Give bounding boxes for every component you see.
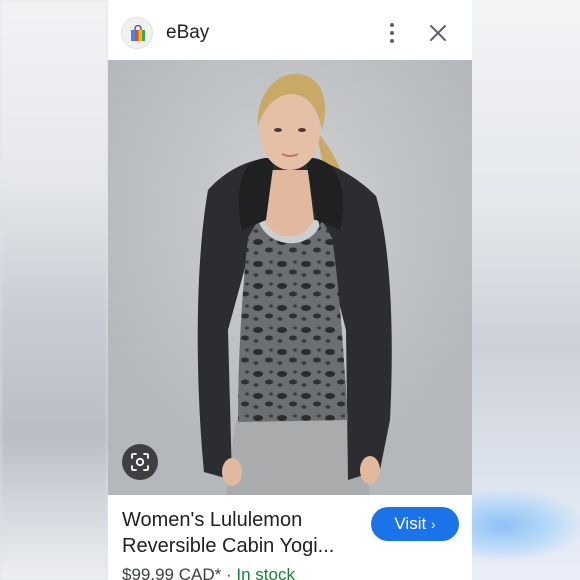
app-title: eBay (166, 22, 210, 43)
stock-status: In stock (236, 565, 295, 580)
separator: · (225, 565, 232, 580)
close-icon[interactable] (428, 23, 448, 43)
product-image[interactable] (108, 60, 472, 495)
lens-search-icon[interactable] (122, 444, 158, 480)
background-right (470, 0, 580, 580)
card-header: eBay (108, 0, 472, 60)
price-row: $99.99 CAD* · In stock (122, 565, 295, 580)
product-title[interactable]: Women's Lululemon Reversible Cabin Yogi.… (122, 507, 362, 559)
visit-button[interactable]: Visit › (371, 507, 459, 541)
visit-label: Visit (394, 514, 427, 533)
product-card: eBay Women's Lululemon Reversible Cabin … (108, 0, 472, 580)
shopping-bag-icon (121, 17, 153, 49)
background-glow (470, 490, 580, 560)
more-vert-icon[interactable] (382, 20, 402, 46)
product-title-line1: Women's Lululemon (122, 509, 303, 531)
product-title-line2: Reversible Cabin Yogi... (122, 535, 335, 557)
price: $99.99 CAD* (122, 565, 222, 580)
product-info: Women's Lululemon Reversible Cabin Yogi.… (108, 495, 472, 580)
chevron-right-icon: › (430, 516, 436, 532)
model-photo (108, 60, 472, 495)
background-left (0, 0, 108, 580)
